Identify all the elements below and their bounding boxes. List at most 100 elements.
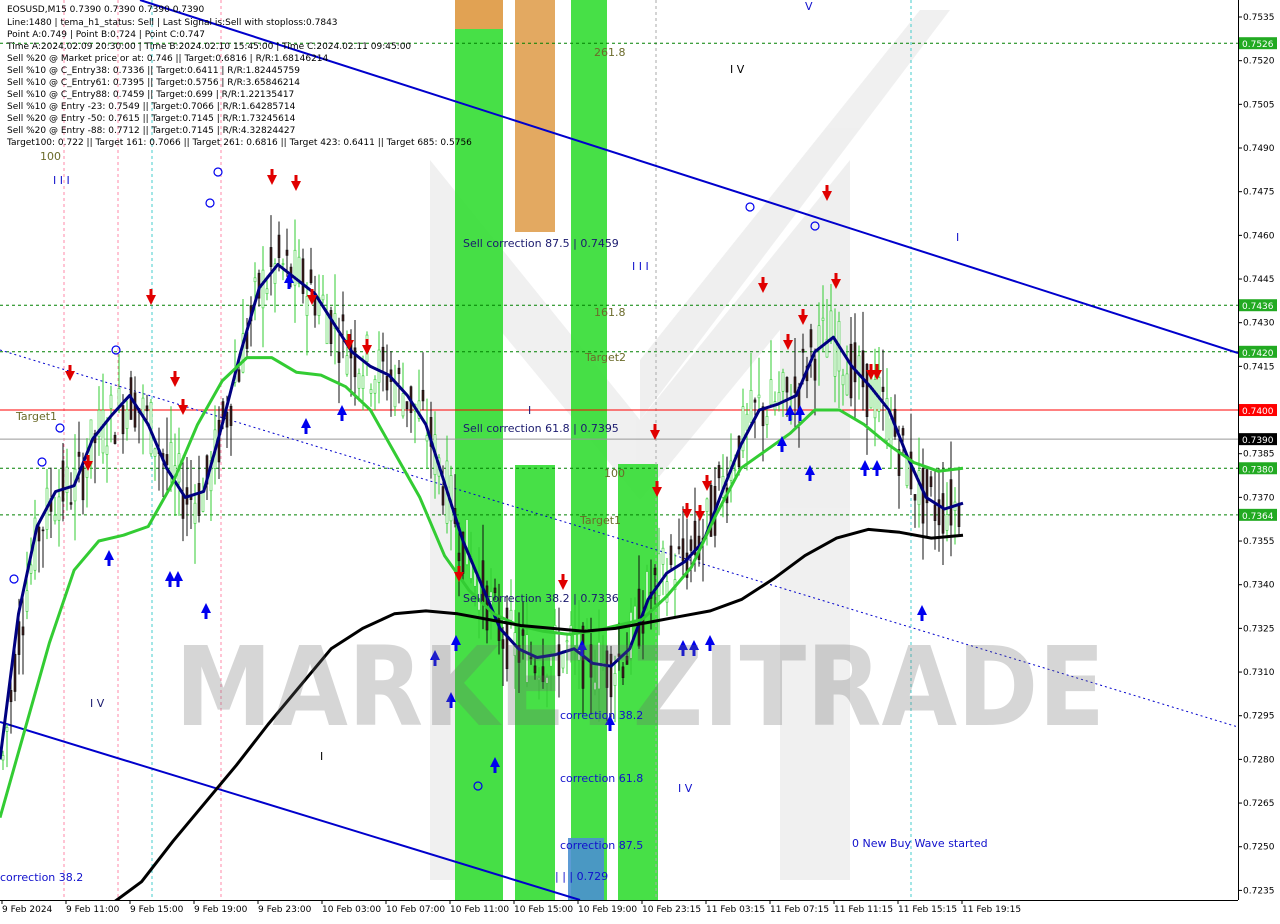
candle-body bbox=[153, 448, 157, 457]
candle-body bbox=[425, 435, 429, 442]
candle-body bbox=[21, 626, 25, 636]
candle-body bbox=[337, 351, 341, 363]
x-tick-label: 11 Feb 19:15 bbox=[962, 905, 1021, 915]
candle-body bbox=[281, 263, 285, 265]
y-tick-label: 0.7325 bbox=[1243, 624, 1275, 634]
x-tick-label: 9 Feb 19:00 bbox=[194, 905, 248, 915]
y-tick-label: 0.7460 bbox=[1243, 231, 1275, 241]
fib-100-mid-label: 100 bbox=[604, 467, 625, 480]
candle-body bbox=[373, 379, 377, 394]
y-tick-label: 0.7310 bbox=[1243, 668, 1275, 678]
info-line: Sell %20 @ Entry -50: 0.7615 || Target:0… bbox=[7, 114, 296, 124]
candle-body bbox=[809, 329, 813, 348]
candle-body bbox=[765, 416, 769, 425]
info-line: Point A:0.749 | Point B:0.724 | Point C:… bbox=[7, 30, 205, 40]
correction-382-left-label: correction 38.2 bbox=[0, 871, 83, 884]
info-line: Sell %20 @ Entry -88: 0.7712 || Target:0… bbox=[7, 126, 295, 136]
candle-body bbox=[101, 409, 105, 454]
candle-body bbox=[285, 249, 289, 256]
wave-iii-mid-label: I I I bbox=[632, 260, 649, 273]
y-tick-label: 0.7415 bbox=[1243, 362, 1275, 372]
x-tick-label: 11 Feb 07:15 bbox=[770, 905, 829, 915]
candle-body bbox=[933, 504, 937, 521]
chart-svg: MARKETZITRADE EOSUSD,M15 0.7390 0.7390 0… bbox=[0, 0, 1280, 920]
candle-body bbox=[793, 376, 797, 393]
x-tick-label: 11 Feb 03:15 bbox=[706, 905, 765, 915]
candle-body bbox=[957, 502, 961, 527]
chart-title: EOSUSD,M15 0.7390 0.7390 0.7390 0.7390 bbox=[7, 5, 204, 15]
candle-body bbox=[441, 486, 445, 506]
candle-body bbox=[357, 373, 361, 389]
candle-body bbox=[841, 374, 845, 386]
wave-i-left-label: I bbox=[320, 750, 323, 763]
candle-body bbox=[321, 294, 325, 301]
candle-body bbox=[325, 312, 329, 345]
wave-i-mid-label: I bbox=[528, 404, 531, 417]
price-tag-label: 0.7364 bbox=[1242, 512, 1274, 522]
wave-iv-bottom-label: I V bbox=[678, 782, 693, 795]
correction-618-label: correction 61.8 bbox=[560, 772, 643, 785]
info-line: Time A:2024.02.09 20:30:00 | Time B:2024… bbox=[6, 42, 411, 52]
sell-correction-618-label: Sell correction 61.8 | 0.7395 bbox=[463, 422, 619, 435]
candle-body bbox=[845, 373, 849, 396]
price-tag-label: 0.7436 bbox=[1242, 302, 1274, 312]
candle-body bbox=[377, 349, 381, 383]
candle-body bbox=[229, 405, 233, 426]
watermark: MARKETZITRADE bbox=[175, 623, 1105, 751]
y-tick-label: 0.7295 bbox=[1243, 712, 1275, 722]
y-tick-label: 0.7370 bbox=[1243, 493, 1275, 503]
new-buy-wave-label: 0 New Buy Wave started bbox=[852, 837, 988, 850]
candle-body bbox=[509, 609, 513, 621]
candle-body bbox=[193, 502, 197, 524]
info-line: Sell %10 @ C_Entry61: 0.7395 || Target:0… bbox=[7, 78, 300, 88]
candle-body bbox=[889, 418, 893, 447]
candle-body bbox=[301, 258, 305, 294]
candle-body bbox=[29, 564, 33, 574]
candle-body bbox=[833, 339, 837, 377]
x-tick-label: 11 Feb 11:15 bbox=[834, 905, 893, 915]
info-line: Line:1480 | tema_h1_status: Sell | Last … bbox=[7, 18, 338, 28]
candle-body bbox=[873, 379, 877, 419]
candle-body bbox=[237, 369, 241, 382]
y-tick-label: 0.7265 bbox=[1243, 799, 1275, 809]
candle-body bbox=[405, 401, 409, 410]
correction-875-label: correction 87.5 bbox=[560, 839, 643, 852]
info-line: Sell %20 @ Market price or at: 0.746 || … bbox=[7, 54, 329, 64]
candle-body bbox=[781, 372, 785, 392]
info-line: Target100: 0.722 || Target 161: 0.7066 |… bbox=[6, 138, 472, 148]
y-tick-label: 0.7280 bbox=[1243, 755, 1275, 765]
info-line: Sell %10 @ C_Entry88: 0.7459 || Target:0… bbox=[7, 90, 294, 100]
info-line: Sell %10 @ Entry -23: 0.7549 || Target:0… bbox=[7, 102, 296, 112]
x-tick-label: 9 Feb 11:00 bbox=[66, 905, 120, 915]
fib-100-top-label: 100 bbox=[40, 150, 61, 163]
candle-body bbox=[361, 375, 365, 389]
candle-body bbox=[945, 514, 949, 531]
candle-body bbox=[345, 355, 349, 375]
fib-2618-label: 261.8 bbox=[594, 46, 626, 59]
candle-body bbox=[745, 413, 749, 431]
candle-body bbox=[13, 653, 17, 692]
price-axis-background bbox=[1238, 0, 1280, 920]
price-tag-label: 0.7380 bbox=[1242, 465, 1274, 475]
candle-body bbox=[901, 428, 905, 436]
candle-body bbox=[57, 496, 61, 521]
y-tick-label: 0.7505 bbox=[1243, 100, 1275, 110]
candle-body bbox=[269, 247, 273, 267]
candle-body bbox=[633, 605, 637, 621]
candle-body bbox=[277, 234, 281, 258]
candle-body bbox=[813, 358, 817, 381]
x-tick-label: 10 Feb 07:00 bbox=[386, 905, 445, 915]
candle-body bbox=[341, 314, 345, 322]
sell-correction-875-label: Sell correction 87.5 | 0.7459 bbox=[463, 237, 619, 250]
target1-mid-label: Target1 bbox=[579, 514, 621, 527]
candle-body bbox=[941, 493, 945, 534]
candle-body bbox=[457, 552, 461, 562]
wave-iv-top-label: I V bbox=[730, 63, 745, 76]
candle-body bbox=[749, 389, 753, 423]
price-tag-label: 0.7390 bbox=[1242, 436, 1274, 446]
candle-body bbox=[753, 399, 757, 403]
candle-body bbox=[661, 547, 665, 565]
y-tick-label: 0.7340 bbox=[1243, 581, 1275, 591]
candle-body bbox=[821, 317, 825, 321]
candle-body bbox=[381, 346, 385, 362]
